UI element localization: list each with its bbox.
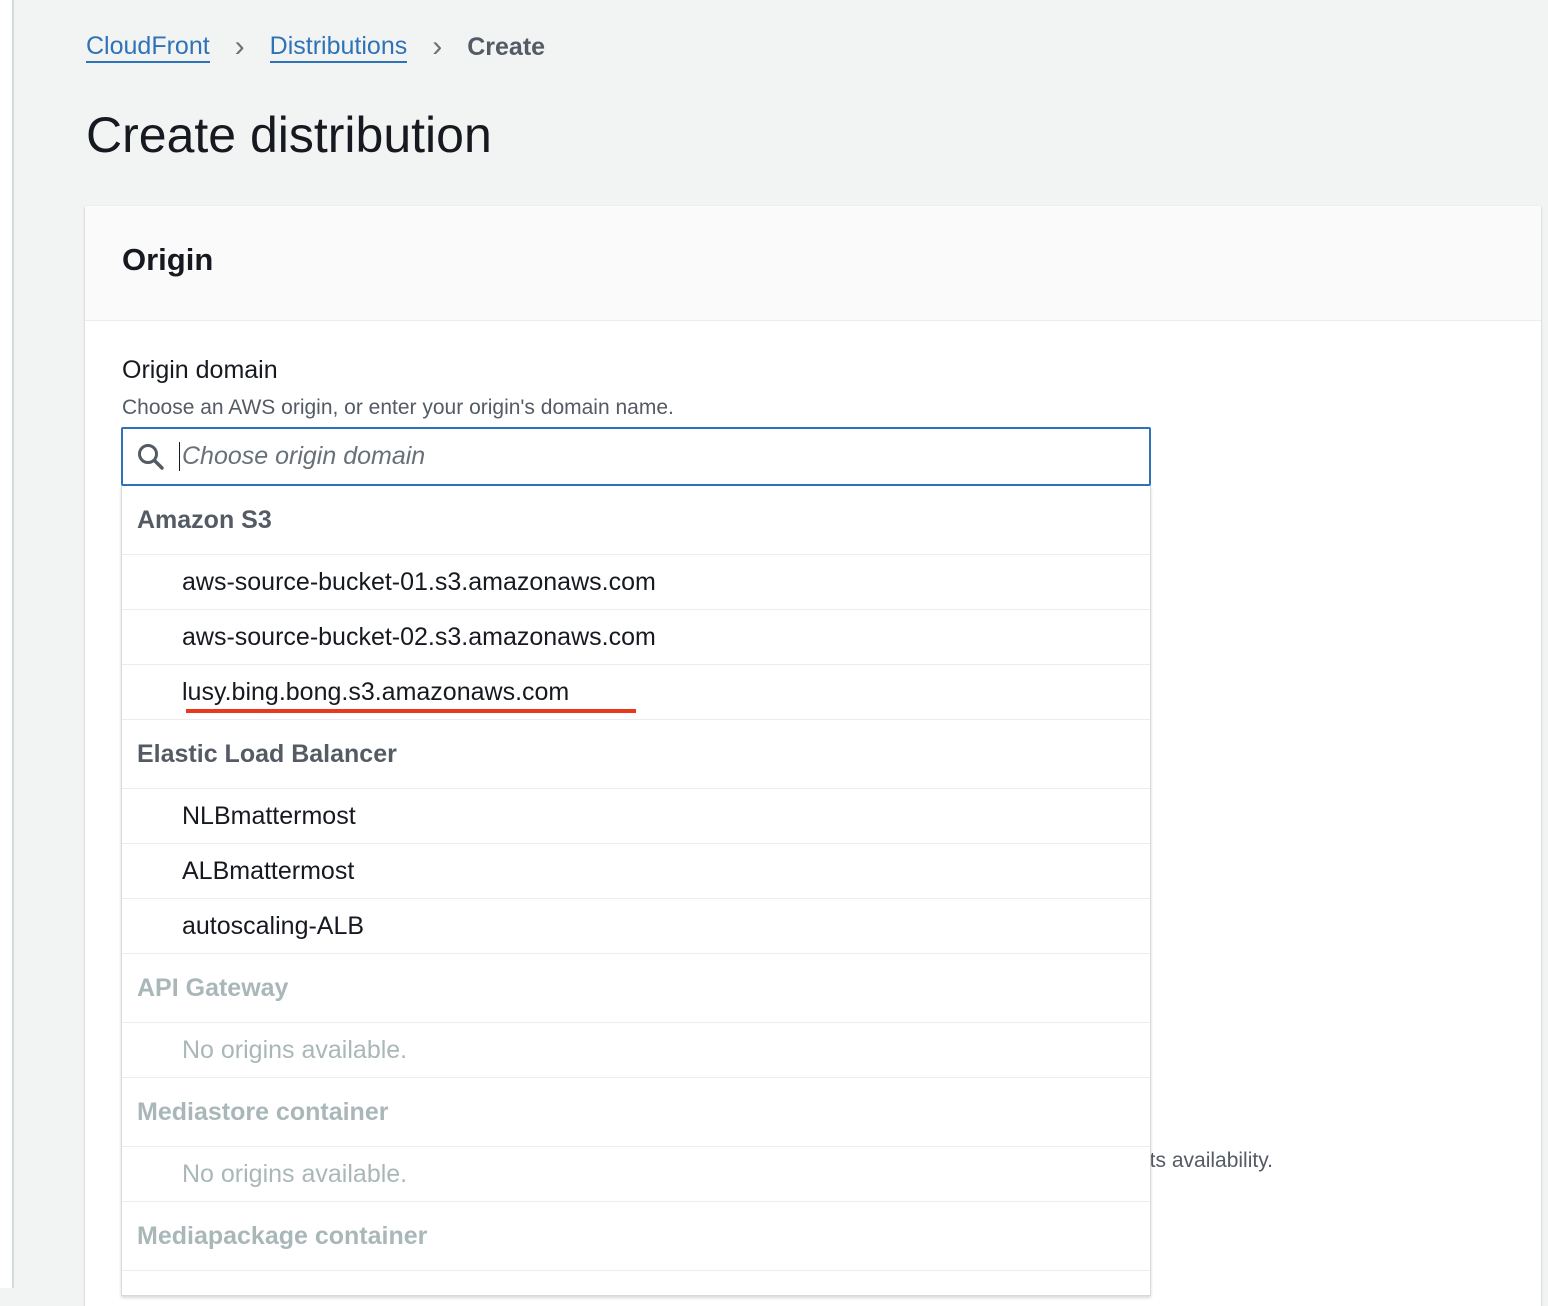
empty-mediastore: No origins available. xyxy=(122,1147,1150,1202)
option-label: lusy.bing.bong.s3.amazonaws.com xyxy=(182,677,570,706)
side-navigation-edge xyxy=(0,0,14,1288)
origin-domain-field[interactable] xyxy=(179,442,1079,471)
section-title: Origin xyxy=(122,242,214,277)
red-underline-annotation xyxy=(186,709,636,713)
origin-dropdown: Amazon S3 aws-source-bucket-01.s3.amazon… xyxy=(121,486,1151,1296)
option-alb[interactable]: ALBmattermost xyxy=(122,844,1150,899)
search-icon xyxy=(138,443,164,470)
group-elb: Elastic Load Balancer xyxy=(122,720,1150,789)
origin-domain-description: Choose an AWS origin, or enter your orig… xyxy=(122,396,674,419)
breadcrumb: CloudFront › Distributions › Create xyxy=(86,30,545,64)
option-s3-lusy[interactable]: lusy.bing.bong.s3.amazonaws.com xyxy=(122,665,1150,720)
chevron-right-icon: › xyxy=(234,30,245,63)
origin-domain-input[interactable] xyxy=(121,427,1151,486)
group-mediapackage: Mediapackage container xyxy=(122,1202,1150,1271)
obscured-hint-text: its availability. xyxy=(1145,1149,1273,1172)
option-s3-bucket-02[interactable]: aws-source-bucket-02.s3.amazonaws.com xyxy=(122,610,1150,665)
chevron-right-icon: › xyxy=(432,30,443,63)
empty-api-gateway: No origins available. xyxy=(122,1023,1150,1078)
breadcrumb-cloudfront[interactable]: CloudFront xyxy=(86,31,210,63)
option-autoscaling-alb[interactable]: autoscaling-ALB xyxy=(122,899,1150,954)
group-amazon-s3: Amazon S3 xyxy=(122,486,1150,555)
page-title: Create distribution xyxy=(86,107,492,163)
option-s3-bucket-01[interactable]: aws-source-bucket-01.s3.amazonaws.com xyxy=(122,555,1150,610)
panel-header: Origin xyxy=(85,206,1541,321)
breadcrumb-current: Create xyxy=(467,32,546,61)
group-api-gateway: API Gateway xyxy=(122,954,1150,1023)
origin-domain-label: Origin domain xyxy=(122,356,278,384)
group-mediastore: Mediastore container xyxy=(122,1078,1150,1147)
option-nlb[interactable]: NLBmattermost xyxy=(122,789,1150,844)
breadcrumb-distributions[interactable]: Distributions xyxy=(269,31,408,63)
